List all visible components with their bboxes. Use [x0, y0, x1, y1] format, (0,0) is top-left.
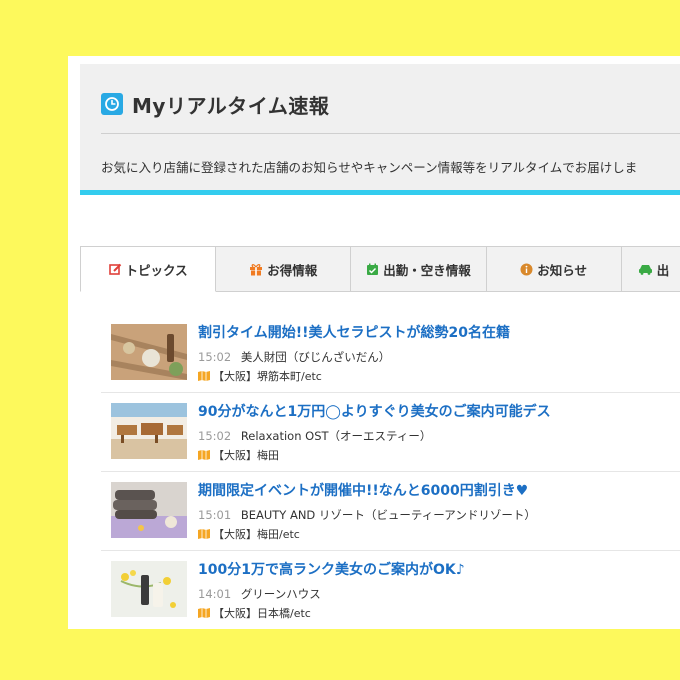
area-label: 【大阪】堺筋本町/etc: [213, 370, 322, 383]
area-row: 【大阪】梅田: [198, 447, 279, 463]
accent-bar: [80, 190, 680, 195]
area-label: 【大阪】梅田/etc: [213, 528, 300, 541]
area-label: 【大阪】梅田: [213, 449, 279, 462]
map-icon: [198, 529, 210, 539]
list-item[interactable]: 100分1万で高ランク美女のご案内がOK♪ 14:01 グリーンハウス 【大阪】…: [101, 551, 680, 629]
car-icon: [638, 263, 653, 275]
tab-label: 出勤・空き情報: [383, 262, 471, 278]
tab-attendance[interactable]: 出勤・空き情報: [351, 246, 487, 292]
calendar-check-icon: [366, 263, 379, 276]
thumbnail-image[interactable]: [111, 403, 187, 459]
tab-label: お知らせ: [537, 262, 588, 278]
page-title: Myリアルタイム速報: [132, 93, 330, 118]
topic-time: 15:02: [198, 350, 232, 364]
tab-label: トピックス: [125, 262, 188, 278]
topic-time: 15:01: [198, 508, 232, 522]
area-row: 【大阪】堺筋本町/etc: [198, 368, 322, 384]
list-item[interactable]: 割引タイム開始!!美人セラピストが総勢20名在籍 15:02 美人財団（びじんざ…: [101, 314, 680, 393]
title-row: Myリアルタイム速報: [101, 89, 329, 119]
tab-bar: トピックス お得情報 出勤・空き情報 お知らせ 出: [80, 246, 680, 292]
edit-icon: [108, 263, 122, 276]
area-row: 【大阪】日本橋/etc: [198, 605, 311, 621]
topic-time: 14:01: [198, 587, 232, 601]
topic-time: 15:02: [198, 429, 232, 443]
area-row: 【大阪】梅田/etc: [198, 526, 300, 542]
thumbnail-image[interactable]: [111, 561, 187, 617]
topic-meta: 15:01 BEAUTY AND リゾート（ビューティーアンドリゾート）: [198, 507, 536, 523]
realtime-news-card: Myリアルタイム速報 お気に入り店舗に登録された店舗のお知らせやキャンペーン情報…: [68, 56, 680, 629]
shop-name[interactable]: BEAUTY AND リゾート（ビューティーアンドリゾート）: [241, 508, 536, 522]
tab-label: お得情報: [267, 262, 318, 278]
tab-deals[interactable]: お得情報: [216, 246, 352, 292]
thumbnail-image[interactable]: [111, 324, 187, 380]
header-divider: [101, 133, 680, 134]
map-icon: [198, 608, 210, 618]
shop-name[interactable]: グリーンハウス: [241, 587, 321, 601]
gift-icon: [249, 263, 263, 276]
map-icon: [198, 371, 210, 381]
tab-news[interactable]: お知らせ: [486, 246, 622, 292]
topic-meta: 15:02 Relaxation OST（オーエスティー）: [198, 428, 431, 444]
tab-dispatch[interactable]: 出: [621, 246, 680, 292]
topic-title[interactable]: 割引タイム開始!!美人セラピストが総勢20名在籍: [198, 322, 510, 342]
topic-meta: 15:02 美人財団（びじんざいだん）: [198, 349, 390, 365]
topic-title[interactable]: 90分がなんと1万円◯よりすぐり美女のご案内可能デス: [198, 401, 551, 421]
tab-label: 出: [656, 262, 670, 278]
thumbnail-image[interactable]: [111, 482, 187, 538]
page-description: お気に入り店舗に登録された店舗のお知らせやキャンペーン情報等をリアルタイムでお届…: [101, 160, 638, 175]
topic-title[interactable]: 期間限定イベントが開催中!!なんと6000円割引き♥: [198, 480, 528, 500]
topics-list: 割引タイム開始!!美人セラピストが総勢20名在籍 15:02 美人財団（びじんざ…: [101, 314, 680, 629]
tab-topics[interactable]: トピックス: [80, 246, 217, 292]
clock-icon: [101, 93, 123, 115]
page-header: Myリアルタイム速報 お気に入り店舗に登録された店舗のお知らせやキャンペーン情報…: [80, 64, 680, 195]
shop-name[interactable]: 美人財団（びじんざいだん）: [241, 350, 391, 364]
info-icon: [520, 263, 533, 276]
topic-title[interactable]: 100分1万で高ランク美女のご案内がOK♪: [198, 559, 465, 579]
map-icon: [198, 450, 210, 460]
list-item[interactable]: 90分がなんと1万円◯よりすぐり美女のご案内可能デス 15:02 Relaxat…: [101, 393, 680, 472]
topic-meta: 14:01 グリーンハウス: [198, 586, 321, 602]
area-label: 【大阪】日本橋/etc: [213, 607, 311, 620]
shop-name[interactable]: Relaxation OST（オーエスティー）: [241, 429, 432, 443]
list-item[interactable]: 期間限定イベントが開催中!!なんと6000円割引き♥ 15:01 BEAUTY …: [101, 472, 680, 551]
